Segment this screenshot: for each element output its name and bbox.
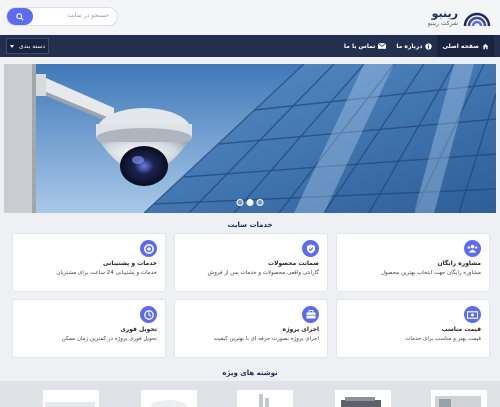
nav-item-contact[interactable]: تماس با ما xyxy=(339,35,391,57)
service-desc: قیمت بهتر و مناسب برای خدمات xyxy=(405,336,481,342)
hero-slider[interactable] xyxy=(4,64,496,213)
category-dropdown[interactable]: دسته بندی xyxy=(6,38,49,54)
post-thumbnail xyxy=(151,400,187,407)
search-box[interactable]: جستجو در سایت xyxy=(6,7,118,26)
service-desc: تحویل فوری پروژه در کمترین زمان ممکن xyxy=(61,336,157,342)
service-card[interactable]: قیمت مناسب قیمت بهتر و مناسب برای خدمات xyxy=(336,299,490,358)
post-thumbnail xyxy=(259,394,269,407)
service-desc: اجرای پروژه بصورت حرفه ای با بهترین کیفی… xyxy=(213,336,319,342)
rainbow-logo-icon xyxy=(463,12,491,27)
money-icon xyxy=(464,306,481,323)
service-card[interactable]: مشاوره رایگان مشاوره رایگان جهت انتخاب ب… xyxy=(336,233,490,292)
site-header: رینبو شرکت رینبو جستجو در سایت xyxy=(0,0,500,34)
slide-image xyxy=(4,64,496,213)
service-card[interactable]: خدمات و پشتیبانی خدمات و پشتیبانی 24 ساع… xyxy=(12,233,166,292)
category-label: دسته بندی xyxy=(19,42,45,50)
post-thumbnail xyxy=(341,397,381,407)
service-title: قیمت مناسب xyxy=(441,326,481,333)
featured-post-card[interactable] xyxy=(42,389,100,407)
support-icon xyxy=(140,240,157,257)
nav-item-label: درباره ما xyxy=(396,42,423,50)
featured-post-card[interactable] xyxy=(334,389,392,407)
brand-title: رینبو xyxy=(431,6,458,20)
slider-dot[interactable] xyxy=(246,199,254,206)
services-title: خدمات سایت xyxy=(227,221,273,229)
search-icon xyxy=(16,12,24,21)
service-title: اجرای پروژه xyxy=(282,326,319,333)
service-title: تحویل فوری xyxy=(120,326,157,333)
service-title: مشاوره رایگان xyxy=(437,260,481,267)
service-card[interactable]: ضمانت محصولات گارانتی واقعی محصولات و خد… xyxy=(174,233,328,292)
featured-post-card[interactable] xyxy=(140,389,198,407)
service-title: خدمات و پشتیبانی xyxy=(103,260,157,267)
info-icon xyxy=(425,42,433,50)
briefcase-icon xyxy=(302,306,319,323)
service-desc: گارانتی واقعی محصولات و خدمات پس از فروش xyxy=(207,270,319,276)
main-nav: صفحه اصلی درباره ما تماس با ما دسته بندی xyxy=(0,35,500,57)
service-desc: مشاوره رایگان جهت انتخاب بهترین محصول xyxy=(381,270,481,276)
nav-item-label: تماس با ما xyxy=(343,42,376,50)
home-icon xyxy=(482,43,489,49)
search-input[interactable]: جستجو در سایت xyxy=(67,12,109,19)
slider-dot[interactable] xyxy=(236,199,244,206)
post-thumbnail xyxy=(435,396,481,407)
service-card[interactable]: تحویل فوری تحویل فوری پروژه در کمترین زم… xyxy=(12,299,166,358)
service-card[interactable]: اجرای پروژه اجرای پروژه بصورت حرفه ای با… xyxy=(174,299,328,358)
envelope-icon xyxy=(378,43,387,49)
service-title: ضمانت محصولات xyxy=(268,260,319,267)
featured-posts xyxy=(0,381,500,407)
site-logo[interactable]: رینبو شرکت رینبو xyxy=(428,4,492,30)
featured-post-card[interactable] xyxy=(236,389,294,407)
slider-dot[interactable] xyxy=(256,199,264,206)
clock-icon xyxy=(140,306,157,323)
brand-subtitle: شرکت رینبو xyxy=(427,19,458,27)
nav-item-home[interactable]: صفحه اصلی xyxy=(437,35,494,57)
nav-item-label: صفحه اصلی xyxy=(442,42,479,50)
service-desc: خدمات و پشتیبانی 24 ساعت برای مشتریان xyxy=(56,270,157,276)
slider-dots xyxy=(236,199,264,206)
nav-item-about[interactable]: درباره ما xyxy=(391,35,437,57)
post-thumbnail xyxy=(45,402,95,407)
featured-title: نوشته های ویژه xyxy=(222,369,278,377)
featured-post-card[interactable] xyxy=(430,389,488,407)
users-icon xyxy=(464,240,481,257)
badge-check-icon xyxy=(302,240,319,257)
chevron-down-icon xyxy=(10,44,14,48)
search-button[interactable] xyxy=(7,8,33,25)
